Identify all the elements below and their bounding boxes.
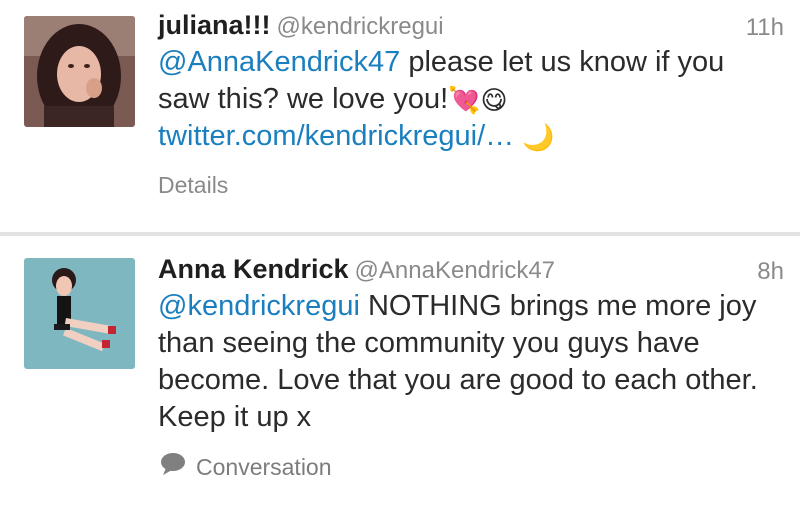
yum-face-emoji-icon: 😋 — [480, 85, 508, 116]
heart-arrow-emoji-icon: 💘 — [448, 85, 481, 116]
author-name[interactable]: Anna Kendrick @AnnaKendrick47 — [158, 254, 555, 285]
avatar[interactable] — [24, 16, 135, 127]
speech-bubble-icon — [160, 452, 186, 482]
author-name[interactable]: juliana!!! @kendrickregui — [158, 10, 444, 41]
mention-link[interactable]: @kendrickregui — [158, 290, 360, 322]
tweet-text: @kendrickregui NOTHING brings me more jo… — [158, 288, 783, 436]
author-display-name: Anna Kendrick — [158, 254, 349, 284]
author-handle: @kendrickregui — [276, 13, 444, 40]
tweet-item[interactable]: juliana!!! @kendrickregui 11h @AnnaKendri… — [0, 0, 800, 232]
details-link[interactable]: Details — [158, 172, 228, 199]
tweet-text: @AnnaKendrick47 please let us know if yo… — [158, 44, 783, 155]
url-link[interactable]: twitter.com/kendrickregui/… — [158, 120, 514, 152]
tweet-timestamp: 11h — [745, 14, 784, 41]
tweet-item[interactable]: Anna Kendrick @AnnaKendrick47 8h @kendric… — [0, 236, 800, 513]
conversation-label: Conversation — [196, 453, 332, 480]
avatar[interactable] — [24, 258, 135, 369]
tweet-timestamp: 8h — [757, 258, 784, 285]
mention-link[interactable]: @AnnaKendrick47 — [158, 46, 400, 78]
conversation-link[interactable]: Conversation — [160, 452, 332, 482]
author-display-name: juliana!!! — [158, 10, 271, 40]
moon-emoji-icon: 🌙 — [522, 122, 555, 153]
author-handle: @AnnaKendrick47 — [354, 257, 556, 284]
